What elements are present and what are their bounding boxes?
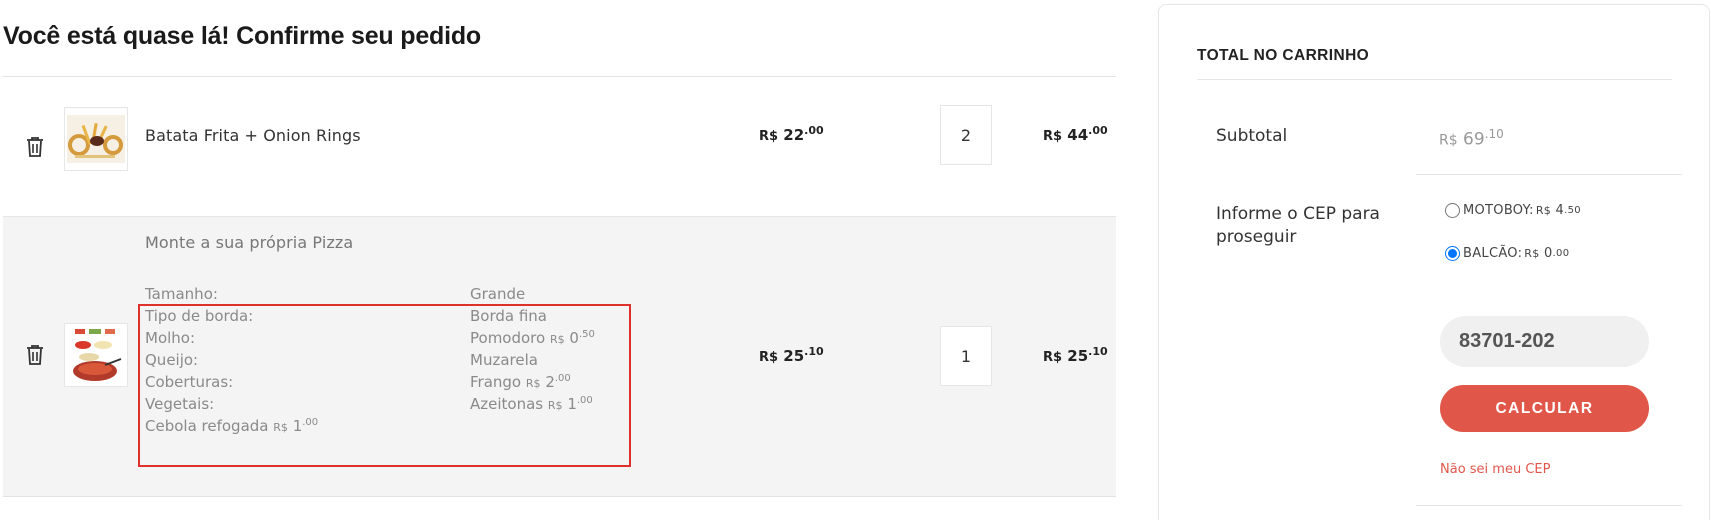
cart-row: Monte a sua própria Pizza Tamanho: Grand… — [3, 217, 1116, 497]
summary-title: TOTAL NO CARRINHO — [1197, 47, 1370, 64]
option-value: Grande — [470, 285, 526, 303]
cart-row: Batata Frita + Onion Rings R$ 22.00 2 R$… — [3, 77, 1116, 217]
item-total-price: R$ 44.00 — [1043, 124, 1108, 144]
quantity-field[interactable]: 2 — [940, 105, 992, 165]
product-name[interactable]: Batata Frita + Onion Rings — [145, 126, 361, 145]
subtotal-value: R$ 69.10 — [1439, 127, 1504, 150]
shipping-option-motoboy[interactable]: MOTOBOY: R$ 4.50 — [1445, 203, 1581, 218]
summary-divider — [1197, 79, 1672, 80]
cep-instruction-label: Informe o CEP para proseguir — [1216, 204, 1380, 247]
summary-divider — [1416, 505, 1682, 506]
product-thumbnail[interactable] — [64, 107, 128, 171]
options-highlight-box — [138, 304, 631, 467]
unknown-cep-link[interactable]: Não sei meu CEP — [1440, 462, 1550, 477]
trash-icon[interactable] — [24, 135, 46, 159]
unit-price: R$ 25.10 — [759, 345, 824, 365]
page-title: Você está quase lá! Confirme seu pedido — [3, 22, 481, 50]
summary-divider — [1416, 174, 1682, 175]
subtotal-label: Subtotal — [1216, 126, 1288, 146]
cart-summary-panel: TOTAL NO CARRINHO Subtotal R$ 69.10 Info… — [1158, 4, 1710, 520]
product-name[interactable]: Monte a sua própria Pizza — [145, 233, 353, 252]
calculate-button[interactable]: CALCULAR — [1440, 385, 1649, 432]
product-thumbnail[interactable] — [64, 323, 128, 387]
unit-price: R$ 22.00 — [759, 124, 824, 144]
item-total-price: R$ 25.10 — [1043, 345, 1108, 365]
motoboy-radio[interactable] — [1445, 203, 1460, 218]
option-label: Tamanho: — [145, 285, 218, 303]
cep-input[interactable] — [1440, 316, 1649, 367]
balcao-radio[interactable] — [1445, 246, 1460, 261]
shipping-option-balcao[interactable]: BALCÃO: R$ 0.00 — [1445, 246, 1569, 261]
quantity-field[interactable]: 1 — [940, 326, 992, 386]
trash-icon[interactable] — [24, 343, 46, 367]
